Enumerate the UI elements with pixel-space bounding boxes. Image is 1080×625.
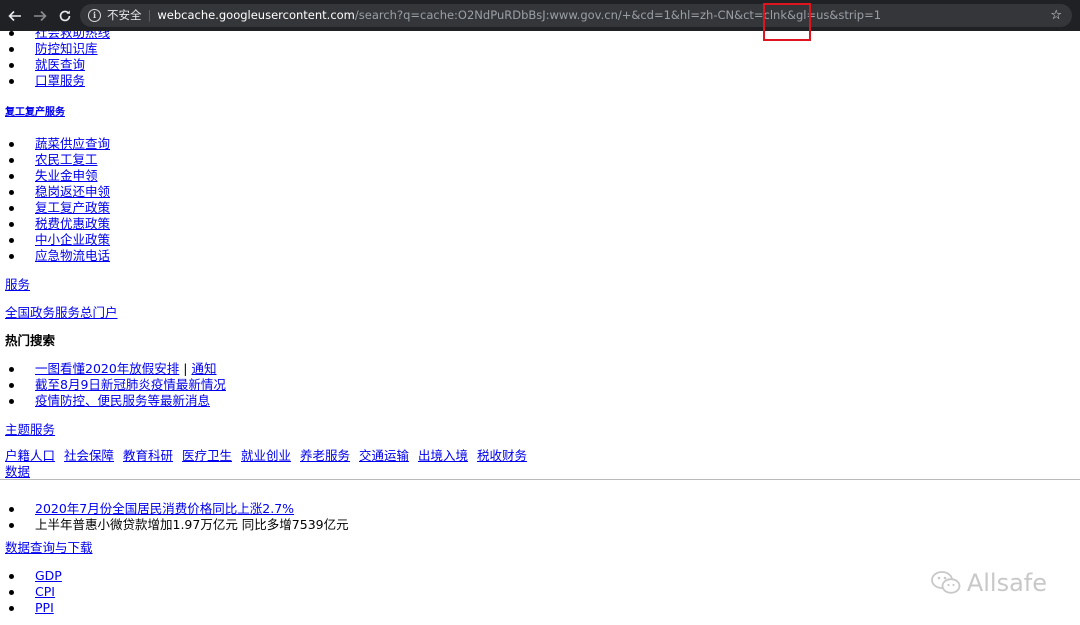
watermark-text: Allsafe [966, 569, 1047, 597]
list-item: PPI [9, 600, 54, 616]
bookmark-star-icon[interactable]: ☆ [1050, 4, 1062, 27]
list-item: 就医查询 [8, 57, 85, 73]
services-line: 服务 [5, 277, 30, 293]
back-button[interactable] [6, 0, 24, 31]
hot-search-link[interactable]: 疫情防控、便民服务等最新消息 [35, 393, 210, 408]
stats-link-ppi[interactable]: PPI [35, 600, 54, 615]
data-news-text: 上半年普惠小微贷款增加1.97万亿元 同比多增7539亿元 [35, 517, 349, 532]
hot-search-title: 热门搜索 [5, 333, 56, 348]
category-link[interactable]: 教育科研 [123, 448, 173, 463]
list-item: 疫情防控、便民服务等最新消息 [8, 393, 210, 409]
forward-button[interactable] [31, 0, 49, 31]
url-host: webcache.googleusercontent.com [157, 8, 355, 22]
list-item: 2020年7月份全国居民消费价格同比上涨2.7% [8, 501, 294, 517]
hot-search-link[interactable]: 一图看懂2020年放假安排 [35, 361, 179, 376]
list-item: 稳岗返还申领 [8, 184, 110, 200]
list-item: 一图看懂2020年放假安排 | 通知 [9, 361, 217, 377]
browser-toolbar: i 不安全 | webcache.googleusercontent.com/sear… [0, 0, 1080, 31]
list-link[interactable]: 稳岗返还申领 [35, 184, 110, 199]
watermark: Allsafe [930, 569, 1047, 597]
list-link[interactable]: 复工复产政策 [35, 200, 110, 215]
list-link[interactable]: 就医查询 [35, 57, 85, 72]
category-link[interactable]: 出境入境 [418, 448, 468, 463]
notice-link[interactable]: 通知 [191, 361, 216, 376]
category-link[interactable]: 养老服务 [300, 448, 350, 463]
list-item: 税费优惠政策 [8, 216, 110, 232]
data-link[interactable]: 数据 [5, 464, 30, 479]
list-link[interactable]: 防控知识库 [35, 41, 98, 56]
resume-heading-link[interactable]: 复工复产服务 [5, 107, 65, 118]
list-link[interactable]: 失业金申领 [35, 168, 98, 183]
resume-heading: 复工复产服务 [5, 105, 65, 121]
list-item: 上半年普惠小微贷款增加1.97万亿元 同比多增7539亿元 [9, 517, 349, 533]
stats-link-gdp[interactable]: GDP [35, 568, 62, 583]
reload-icon [59, 10, 71, 21]
list-item: 农民工复工 [9, 152, 98, 168]
category-row: 户籍人口 社会保障 教育科研 医疗卫生 就业创业 养老服务 交通运输 出境入境 … [5, 448, 532, 464]
list-link[interactable]: 社会救助热线 [35, 31, 110, 40]
security-label[interactable]: 不安全 [107, 8, 142, 22]
address-separator: | [147, 8, 152, 22]
data-query-link[interactable]: 数据查询与下载 [5, 540, 93, 555]
list-link[interactable]: 农民工复工 [35, 152, 98, 167]
back-arrow-icon [8, 10, 21, 21]
data-line: 数据 [5, 464, 30, 480]
hot-search-link[interactable]: 截至8月9日新冠肺炎疫情最新情况 [35, 377, 226, 392]
list-item: 社会救助热线 [8, 31, 110, 41]
address-bar[interactable]: i 不安全 | webcache.googleusercontent.com/sear… [80, 4, 1072, 27]
list-link[interactable]: 应急物流电话 [35, 248, 110, 263]
stats-link-cpi[interactable]: CPI [35, 584, 55, 599]
forward-arrow-icon [34, 10, 47, 21]
divider [0, 479, 1080, 480]
info-icon[interactable]: i [88, 9, 101, 22]
services-link[interactable]: 服务 [5, 277, 30, 292]
list-item: 应急物流电话 [8, 248, 110, 264]
portal-line: 全国政务服务总门户 [5, 305, 118, 321]
category-link[interactable]: 社会保障 [64, 448, 114, 463]
list-link[interactable]: 蔬菜供应查询 [35, 136, 110, 151]
list-item: 蔬菜供应查询 [8, 136, 110, 152]
list-item: 中小企业政策 [8, 232, 110, 248]
category-link[interactable]: 税收财务 [477, 448, 527, 463]
category-link[interactable]: 交通运输 [359, 448, 409, 463]
list-link[interactable]: 口罩服务 [35, 73, 85, 88]
list-item: 失业金申领 [9, 168, 98, 184]
portal-link[interactable]: 全国政务服务总门户 [5, 305, 118, 320]
list-item: CPI [9, 584, 55, 600]
data-query-line: 数据查询与下载 [5, 540, 93, 556]
topic-services-line: 主题服务 [5, 422, 55, 438]
list-item: 口罩服务 [8, 73, 85, 89]
list-link[interactable]: 中小企业政策 [35, 232, 110, 247]
category-link[interactable]: 医疗卫生 [182, 448, 232, 463]
list-item: 截至8月9日新冠肺炎疫情最新情况 [9, 377, 226, 393]
list-link[interactable]: 税费优惠政策 [35, 216, 110, 231]
url-path: /search?q=cache:O2NdPuRDbBsJ:www.gov.cn/… [354, 8, 882, 22]
cached-page-content: 社会救助热线 防控知识库 就医查询 口罩服务 复工复产服务 蔬菜供应查询 农民工… [0, 31, 1080, 625]
topic-services-link[interactable]: 主题服务 [5, 422, 55, 437]
wechat-icon [930, 571, 961, 594]
category-link[interactable]: 就业创业 [241, 448, 291, 463]
list-item: GDP [9, 568, 62, 584]
list-item: 防控知识库 [9, 41, 98, 57]
link-separator: | [179, 361, 192, 376]
reload-button[interactable] [56, 0, 74, 31]
list-item: 复工复产政策 [8, 200, 110, 216]
category-link[interactable]: 户籍人口 [5, 448, 55, 463]
data-news-link[interactable]: 2020年7月份全国居民消费价格同比上涨2.7% [35, 501, 294, 516]
